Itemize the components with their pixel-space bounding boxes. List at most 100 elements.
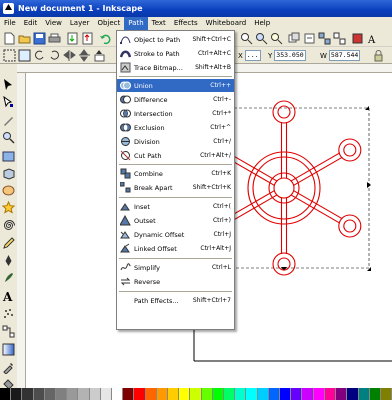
print-icon[interactable] [48, 32, 61, 45]
open-folder-icon[interactable] [18, 32, 31, 45]
select-all-icon[interactable] [3, 49, 16, 62]
rotate-cw-icon[interactable] [48, 49, 61, 62]
color-swatch[interactable] [369, 388, 381, 400]
pen-tool-icon[interactable] [2, 254, 15, 267]
menu-item-reverse[interactable]: Reverse [117, 275, 234, 288]
import-icon[interactable] [66, 32, 79, 45]
zoom-tool-icon[interactable] [2, 131, 15, 144]
pencil-tool-icon[interactable] [2, 237, 15, 250]
menu-item-division[interactable]: Division Ctrl+/ [117, 135, 234, 148]
text-tool-icon[interactable]: A [2, 289, 15, 302]
zoom-selection-icon[interactable] [240, 32, 253, 45]
fill-stroke-icon[interactable] [351, 32, 364, 45]
star-tool-icon[interactable] [2, 201, 15, 214]
raise-to-top-icon[interactable] [93, 49, 106, 62]
color-swatch[interactable] [268, 388, 281, 400]
color-swatch[interactable] [212, 388, 225, 400]
menu-item-outset[interactable]: Outset Ctrl+) [117, 214, 234, 227]
color-swatch[interactable] [291, 388, 303, 400]
save-icon[interactable] [33, 32, 46, 45]
menu-item-simplify[interactable]: Simplify Ctrl+L [117, 261, 234, 274]
color-swatch[interactable] [336, 388, 348, 400]
color-swatch[interactable] [313, 388, 325, 400]
color-swatch[interactable] [0, 388, 12, 400]
menu-item-combine[interactable]: Combine Ctrl+K [117, 167, 234, 180]
color-swatch[interactable] [246, 388, 258, 400]
3d-box-tool-icon[interactable] [2, 167, 15, 180]
color-swatch[interactable] [56, 388, 68, 400]
color-swatch[interactable] [11, 388, 23, 400]
menu-item-inset[interactable]: Inset Ctrl+( [117, 200, 234, 213]
zoom-page-icon[interactable] [270, 32, 283, 45]
group-icon[interactable] [318, 32, 331, 45]
menu-item-dynamic-offset[interactable]: Dynamic Offset Ctrl+J [117, 228, 234, 241]
color-swatch[interactable] [33, 388, 45, 400]
connector-tool-icon[interactable] [2, 325, 15, 338]
color-swatch[interactable] [145, 388, 157, 400]
menu-text[interactable]: Text [148, 17, 170, 30]
gradient-tool-icon[interactable] [2, 343, 15, 356]
color-swatch[interactable] [280, 388, 292, 400]
color-swatch[interactable] [123, 388, 135, 400]
color-swatch[interactable] [22, 388, 34, 400]
menu-item-cut-path[interactable]: Cut Path Ctrl+Alt+/ [117, 149, 234, 162]
new-document-icon[interactable] [3, 32, 16, 45]
dropper-tool-icon[interactable] [2, 361, 15, 374]
menu-layer[interactable]: Layer [66, 17, 94, 30]
menu-edit[interactable]: Edit [20, 17, 42, 30]
menu-object[interactable]: Object [93, 17, 124, 30]
color-swatch[interactable] [78, 388, 90, 400]
clone-icon[interactable] [303, 32, 316, 45]
spray-tool-icon[interactable] [2, 307, 15, 320]
color-swatch[interactable] [156, 388, 169, 400]
color-swatch[interactable] [235, 388, 247, 400]
calligraphy-tool-icon[interactable] [2, 271, 15, 284]
rectangle-tool-icon[interactable] [2, 150, 15, 163]
text-font-icon[interactable]: A [366, 32, 379, 45]
y-input[interactable]: 353.050 [274, 50, 306, 61]
tweak-tool-icon[interactable] [2, 114, 15, 127]
color-swatch[interactable] [324, 388, 337, 400]
color-swatch[interactable] [201, 388, 213, 400]
duplicate-icon[interactable] [288, 32, 301, 45]
menu-view[interactable]: View [41, 17, 66, 30]
color-swatch[interactable] [179, 388, 191, 400]
node-tool-icon[interactable] [2, 96, 15, 109]
menu-effects[interactable]: Effects [170, 17, 202, 30]
menu-item-trace-bitmap[interactable]: Trace Bitmap... Shift+Alt+B [117, 61, 234, 74]
color-swatch[interactable] [190, 388, 202, 400]
width-input[interactable]: 587.544 [328, 50, 361, 61]
flip-vertical-icon[interactable] [78, 49, 91, 62]
color-swatch[interactable] [100, 388, 113, 400]
color-swatch[interactable] [67, 388, 79, 400]
menu-item-difference[interactable]: Difference Ctrl+- [117, 93, 234, 106]
ellipse-tool-icon[interactable] [2, 184, 15, 197]
menu-path[interactable]: Path [124, 17, 148, 30]
color-swatch[interactable] [44, 388, 57, 400]
x-input[interactable]: ... [244, 50, 261, 61]
menu-item-linked-offset[interactable]: Linked Offset Ctrl+Alt+J [117, 242, 234, 255]
menu-whiteboard[interactable]: Whiteboard [202, 17, 251, 30]
color-swatch[interactable] [224, 388, 236, 400]
color-swatch[interactable] [347, 388, 359, 400]
undo-icon[interactable] [99, 32, 112, 45]
menu-item-break-apart[interactable]: Break Apart Shift+Ctrl+K [117, 181, 234, 194]
color-swatch[interactable] [168, 388, 180, 400]
flip-horizontal-icon[interactable] [63, 49, 76, 62]
color-swatch[interactable] [257, 388, 269, 400]
ungroup-icon[interactable] [333, 32, 346, 45]
zoom-drawing-icon[interactable] [255, 32, 268, 45]
selector-tool-icon[interactable] [2, 78, 15, 91]
color-swatch[interactable] [380, 388, 392, 400]
menu-item-exclusion[interactable]: Exclusion Ctrl+^ [117, 121, 234, 134]
select-all-layers-icon[interactable] [18, 49, 31, 62]
menu-item-stroke-to-path[interactable]: Stroke to Path Ctrl+Alt+C [117, 47, 234, 60]
menu-item-object-to-path[interactable]: Object to Path Shift+Ctrl+C [117, 33, 234, 46]
menu-item-intersection[interactable]: Intersection Ctrl+* [117, 107, 234, 120]
menu-file[interactable]: File [0, 17, 20, 30]
color-swatch[interactable] [134, 388, 146, 400]
color-swatch[interactable] [89, 388, 101, 400]
color-swatch[interactable] [358, 388, 370, 400]
menu-help[interactable]: Help [250, 17, 274, 30]
export-icon[interactable] [81, 32, 94, 45]
